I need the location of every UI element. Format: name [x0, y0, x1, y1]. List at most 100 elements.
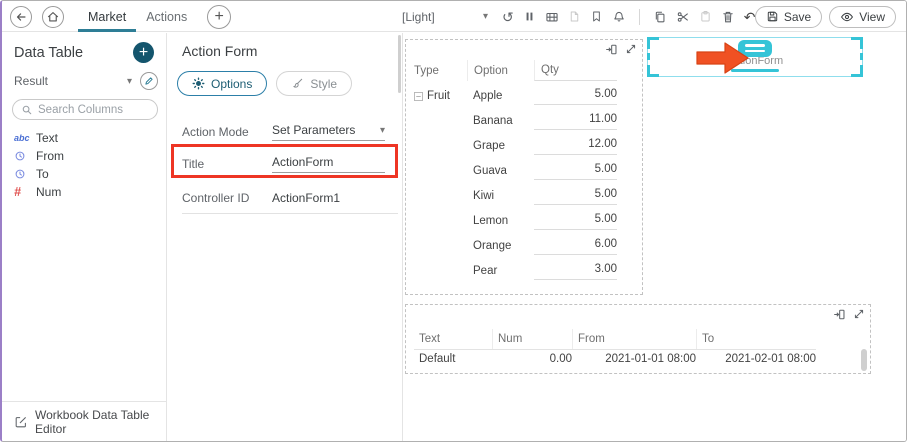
toolbar: Market Actions + [Light] ▾ ↺: [2, 1, 906, 32]
title-row: Title: [182, 149, 394, 179]
plus-icon: +: [215, 9, 224, 25]
pause-icon[interactable]: [523, 10, 536, 23]
paste-icon[interactable]: [699, 10, 712, 23]
save-button[interactable]: Save: [755, 6, 822, 28]
table-row: Grape 12.00: [414, 134, 617, 158]
selection-corner: [851, 37, 863, 49]
floppy-icon: [766, 10, 779, 23]
tab-options-label: Options: [211, 77, 252, 91]
cut-icon[interactable]: [676, 10, 690, 24]
controller-id-value: ActionForm1: [272, 191, 385, 205]
search-icon: [21, 104, 33, 116]
action-form-icon: [738, 40, 772, 57]
clock-icon: [14, 150, 30, 162]
pencil-icon: [144, 76, 154, 86]
data-table-selector[interactable]: Result: [14, 74, 127, 88]
action-form-widget[interactable]: ActionForm: [647, 37, 863, 77]
table-row: Pear 3.00: [414, 259, 617, 283]
data-table-sidebar: Data Table + Result ▾ abc Text: [2, 33, 167, 441]
home-icon: [46, 10, 60, 24]
footer-link-label: Workbook Data Table Editor: [35, 408, 166, 436]
bell-icon[interactable]: [612, 10, 626, 24]
popout-table-icon[interactable]: [605, 43, 618, 56]
fruit-table-header: Type Option Qty: [414, 60, 617, 81]
panel-title: Action Form: [182, 43, 402, 59]
delete-icon[interactable]: [721, 10, 735, 24]
action-mode-row: Action Mode Set Parameters ▾: [182, 117, 394, 147]
header-option: Option: [467, 60, 534, 81]
chevron-down-icon: ▾: [380, 125, 385, 136]
column-label: To: [36, 167, 49, 181]
expand-icon[interactable]: [625, 43, 637, 56]
dashboard-tabs: Market Actions: [78, 1, 197, 32]
search-columns-input[interactable]: [38, 104, 148, 116]
controller-id-field[interactable]: ActionForm1: [272, 191, 385, 205]
popout-table-icon[interactable]: [833, 308, 846, 321]
controller-id-row: Controller ID ActionForm1: [182, 183, 394, 213]
table-row: Orange 6.00: [414, 234, 617, 258]
document-icon[interactable]: [568, 10, 581, 23]
properties-panel: Action Form Options Style Action Mode Se…: [168, 33, 403, 441]
view-button-label: View: [859, 10, 885, 24]
timeline-icon[interactable]: [545, 10, 559, 24]
edit-box-icon: [14, 415, 28, 429]
add-dashboard-button[interactable]: +: [207, 5, 231, 29]
bookmark-icon[interactable]: [590, 10, 603, 23]
workbook-data-table-editor-link[interactable]: Workbook Data Table Editor: [2, 401, 166, 441]
controller-id-label: Controller ID: [182, 191, 272, 205]
theme-selector[interactable]: [Light] ▾: [402, 10, 488, 24]
app-window: Market Actions + [Light] ▾ ↺: [0, 0, 907, 442]
arrow-left-icon: [14, 10, 28, 24]
tab-market[interactable]: Market: [78, 1, 136, 32]
undo-icon[interactable]: ↶: [744, 10, 756, 24]
numeric-column-icon: #: [14, 185, 30, 199]
panel-scrollbar-thumb[interactable]: [398, 35, 401, 93]
copy-icon[interactable]: [653, 10, 667, 24]
column-label: Num: [36, 185, 61, 199]
chevron-down-icon[interactable]: ▾: [127, 76, 132, 87]
column-label: Text: [36, 131, 58, 145]
back-button[interactable]: [10, 6, 32, 28]
add-data-table-button[interactable]: +: [133, 42, 154, 63]
expand-icon[interactable]: [853, 308, 865, 321]
theme-selector-value: [Light]: [402, 10, 435, 24]
title-input[interactable]: [272, 155, 385, 169]
edit-data-table-button[interactable]: [140, 72, 158, 90]
column-list: abc Text From To # Num: [2, 129, 166, 201]
table-row: Kiwi 5.00: [414, 184, 617, 208]
param-table-header: Text Num From To: [414, 329, 816, 350]
header-text: Text: [414, 329, 492, 349]
tab-actions[interactable]: Actions: [136, 1, 197, 32]
search-columns-box: [12, 99, 158, 120]
tab-options[interactable]: Options: [177, 71, 267, 96]
gear-icon: [192, 77, 205, 90]
table-row: Banana 11.00: [414, 109, 617, 133]
header-from: From: [572, 329, 696, 349]
table-row: Default 0.00 2021-01-01 08:00 2021-02-01…: [414, 353, 816, 365]
table-row: Guava 5.00: [414, 159, 617, 183]
refresh-icon[interactable]: ↺: [502, 10, 514, 24]
parameter-table-widget[interactable]: Text Num From To Default 0.00 2021-01-01…: [405, 304, 871, 374]
view-button[interactable]: View: [829, 6, 896, 28]
collapse-group-icon[interactable]: [414, 92, 423, 101]
column-item-from[interactable]: From: [2, 147, 166, 165]
tab-style[interactable]: Style: [276, 71, 352, 96]
group-label: Fruit: [427, 90, 450, 102]
action-form-underline: [731, 69, 779, 72]
column-item-text[interactable]: abc Text: [2, 129, 166, 147]
column-item-to[interactable]: To: [2, 165, 166, 183]
sidebar-title: Data Table: [14, 45, 83, 61]
table-scrollbar-thumb[interactable]: [861, 349, 867, 371]
action-mode-value: Set Parameters: [272, 123, 380, 137]
home-button[interactable]: [42, 6, 64, 28]
action-mode-dropdown[interactable]: Set Parameters ▾: [272, 123, 385, 141]
selection-corner: [647, 37, 659, 49]
action-mode-label: Action Mode: [182, 125, 272, 139]
paint-brush-icon: [291, 77, 304, 90]
fruit-table-widget[interactable]: Type Option Qty Fruit Apple 5.00 Banana …: [405, 39, 643, 295]
clock-icon: [14, 168, 30, 180]
text-column-icon: abc: [14, 133, 30, 143]
column-item-num[interactable]: # Num: [2, 183, 166, 201]
save-button-label: Save: [784, 10, 811, 24]
eye-icon: [840, 10, 854, 24]
